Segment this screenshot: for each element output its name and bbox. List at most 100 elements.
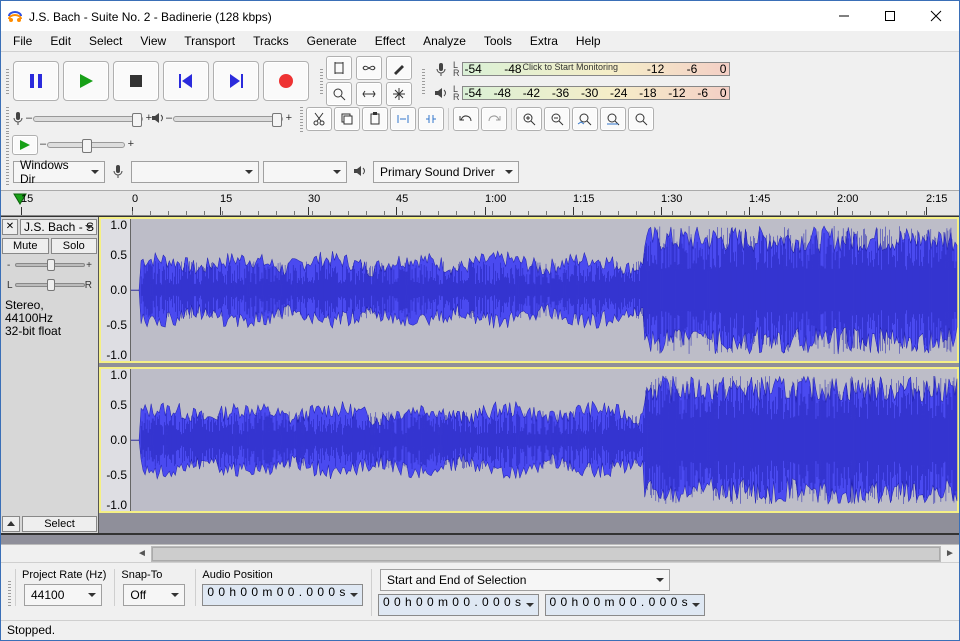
silence-button[interactable] [418,107,444,131]
status-bar: Stopped. [1,620,959,640]
project-rate-dropdown[interactable]: 44100 [24,584,102,606]
track-collapse-button[interactable] [2,516,20,532]
toolbar-grip[interactable] [3,106,11,132]
track-mute-button[interactable]: Mute [2,238,49,254]
selection-end-field[interactable]: 0 0 h 0 0 m 0 0 . 0 0 0 s [545,594,706,616]
waveform-channel-left[interactable]: 1.00.50.0-0.5-1.0 [99,217,959,363]
stop-button[interactable] [113,61,159,101]
skip-to-end-button[interactable] [213,61,259,101]
record-button[interactable] [263,61,309,101]
track-menu-dropdown[interactable]: J.S. Bach - S [20,219,97,235]
toolbar-grip[interactable] [3,132,11,158]
paste-button[interactable] [362,107,388,131]
ruler-label: 1:30 [661,193,682,205]
toolbar-grip[interactable] [419,56,427,106]
playback-volume-slider[interactable]: –+ [173,116,283,122]
menu-analyze[interactable]: Analyze [415,32,474,50]
selection-mode-dropdown[interactable]: Start and End of Selection [380,569,670,591]
window-close-button[interactable] [913,1,959,31]
ruler-label: 0 [132,193,138,205]
menu-edit[interactable]: Edit [42,32,79,50]
timeline-ruler[interactable]: 1501530451:001:151:301:452:002:15 [1,190,959,216]
snap-to-dropdown[interactable]: Off [123,584,185,606]
zoom-tool-button[interactable] [326,82,352,106]
menu-file[interactable]: File [5,32,40,50]
play-at-speed-button[interactable] [12,135,38,155]
ruler-label: 45 [396,193,408,205]
scroll-left-button[interactable]: ◄ [133,548,151,559]
envelope-tool-button[interactable] [356,56,382,80]
menu-effect[interactable]: Effect [367,32,413,50]
multi-tool-button[interactable] [386,82,412,106]
app-logo-icon [7,8,23,24]
track-pan-slider[interactable]: L R [1,275,98,295]
meter-channel-labels: LR [453,61,460,77]
project-rate-label: Project Rate (Hz) [22,569,106,581]
recording-channels-dropdown[interactable] [263,161,347,183]
toolbar-grip[interactable] [5,569,13,616]
scroll-thumb[interactable] [152,547,940,561]
toolbar-grip[interactable] [317,56,325,106]
playback-meter-bar[interactable]: -54-48-42-36-30-24-18-12-60 [462,86,730,100]
track-solo-button[interactable]: Solo [51,238,98,254]
recording-volume-slider[interactable]: –+ [33,116,143,122]
playback-meter[interactable]: LR -54-48-42-36-30-24-18-12-60 [431,83,730,103]
redo-button[interactable] [481,107,507,131]
zoom-in-button[interactable] [516,107,542,131]
skip-to-start-button[interactable] [163,61,209,101]
toolbar-grip[interactable] [3,158,11,186]
scroll-right-button[interactable]: ► [941,548,959,559]
window-minimize-button[interactable] [821,1,867,31]
draw-tool-button[interactable] [386,56,412,80]
amplitude-scale: 1.00.50.0-0.5-1.0 [101,369,131,511]
selection-start-field[interactable]: 0 0 h 0 0 m 0 0 . 0 0 0 s [378,594,539,616]
audio-position-field[interactable]: 0 0 h 0 0 m 0 0 . 0 0 0 s [202,584,363,606]
horizontal-scrollbar[interactable]: ◄ ► [1,544,959,562]
fit-project-button[interactable] [600,107,626,131]
menu-generate[interactable]: Generate [299,32,365,50]
fit-selection-button[interactable] [572,107,598,131]
audio-position-label: Audio Position [202,569,363,581]
ruler-label: 30 [308,193,320,205]
zoom-out-button[interactable] [544,107,570,131]
track-gain-slider[interactable]: - + [1,255,98,275]
playback-speed-slider[interactable]: –+ [47,142,125,148]
trim-button[interactable] [390,107,416,131]
cut-button[interactable] [306,107,332,131]
pause-button[interactable] [13,61,59,101]
status-text: Stopped. [7,623,55,637]
track-control-panel: ✕ J.S. Bach - S Mute Solo - + L R Stereo… [1,217,99,533]
window-title: J.S. Bach - Suite No. 2 - Badinerie (128… [29,9,821,24]
toolbar-grip[interactable] [297,106,305,132]
track-close-button[interactable]: ✕ [2,219,18,235]
playback-device-dropdown[interactable]: Primary Sound Driver [373,161,519,183]
play-button[interactable] [63,61,109,101]
ruler-label: 1:15 [573,193,594,205]
menu-help[interactable]: Help [568,32,609,50]
zoom-toggle-button[interactable] [628,107,654,131]
menu-tracks[interactable]: Tracks [245,32,297,50]
menu-select[interactable]: Select [81,32,130,50]
undo-button[interactable] [453,107,479,131]
recording-device-dropdown[interactable] [131,161,259,183]
waveform-area[interactable]: 1.00.50.0-0.5-1.0 1.00.50.0-0.5-1.0 [99,217,959,533]
track-select-button[interactable]: Select [22,516,97,532]
scroll-track[interactable] [151,546,941,562]
microphone-icon [431,59,451,79]
toolbar-grip[interactable] [3,56,11,106]
snap-to-label: Snap-To [121,569,187,581]
app-window: J.S. Bach - Suite No. 2 - Badinerie (128… [0,0,960,641]
waveform-channel-right[interactable]: 1.00.50.0-0.5-1.0 [99,367,959,513]
window-maximize-button[interactable] [867,1,913,31]
selection-toolbar: Project Rate (Hz) 44100 Snap-To Off Audi… [1,562,959,620]
menu-transport[interactable]: Transport [176,32,243,50]
copy-button[interactable] [334,107,360,131]
menu-view[interactable]: View [132,32,174,50]
selection-tool-button[interactable] [326,56,352,80]
audio-host-dropdown[interactable]: Windows Dir [13,161,105,183]
timeshift-tool-button[interactable] [356,82,382,106]
recording-meter-bar[interactable]: -54-48.Click to Start Monitoring...-12-6… [462,62,730,76]
menu-extra[interactable]: Extra [522,32,566,50]
recording-meter[interactable]: LR -54-48.Click to Start Monitoring...-1… [431,59,730,79]
menu-tools[interactable]: Tools [476,32,520,50]
